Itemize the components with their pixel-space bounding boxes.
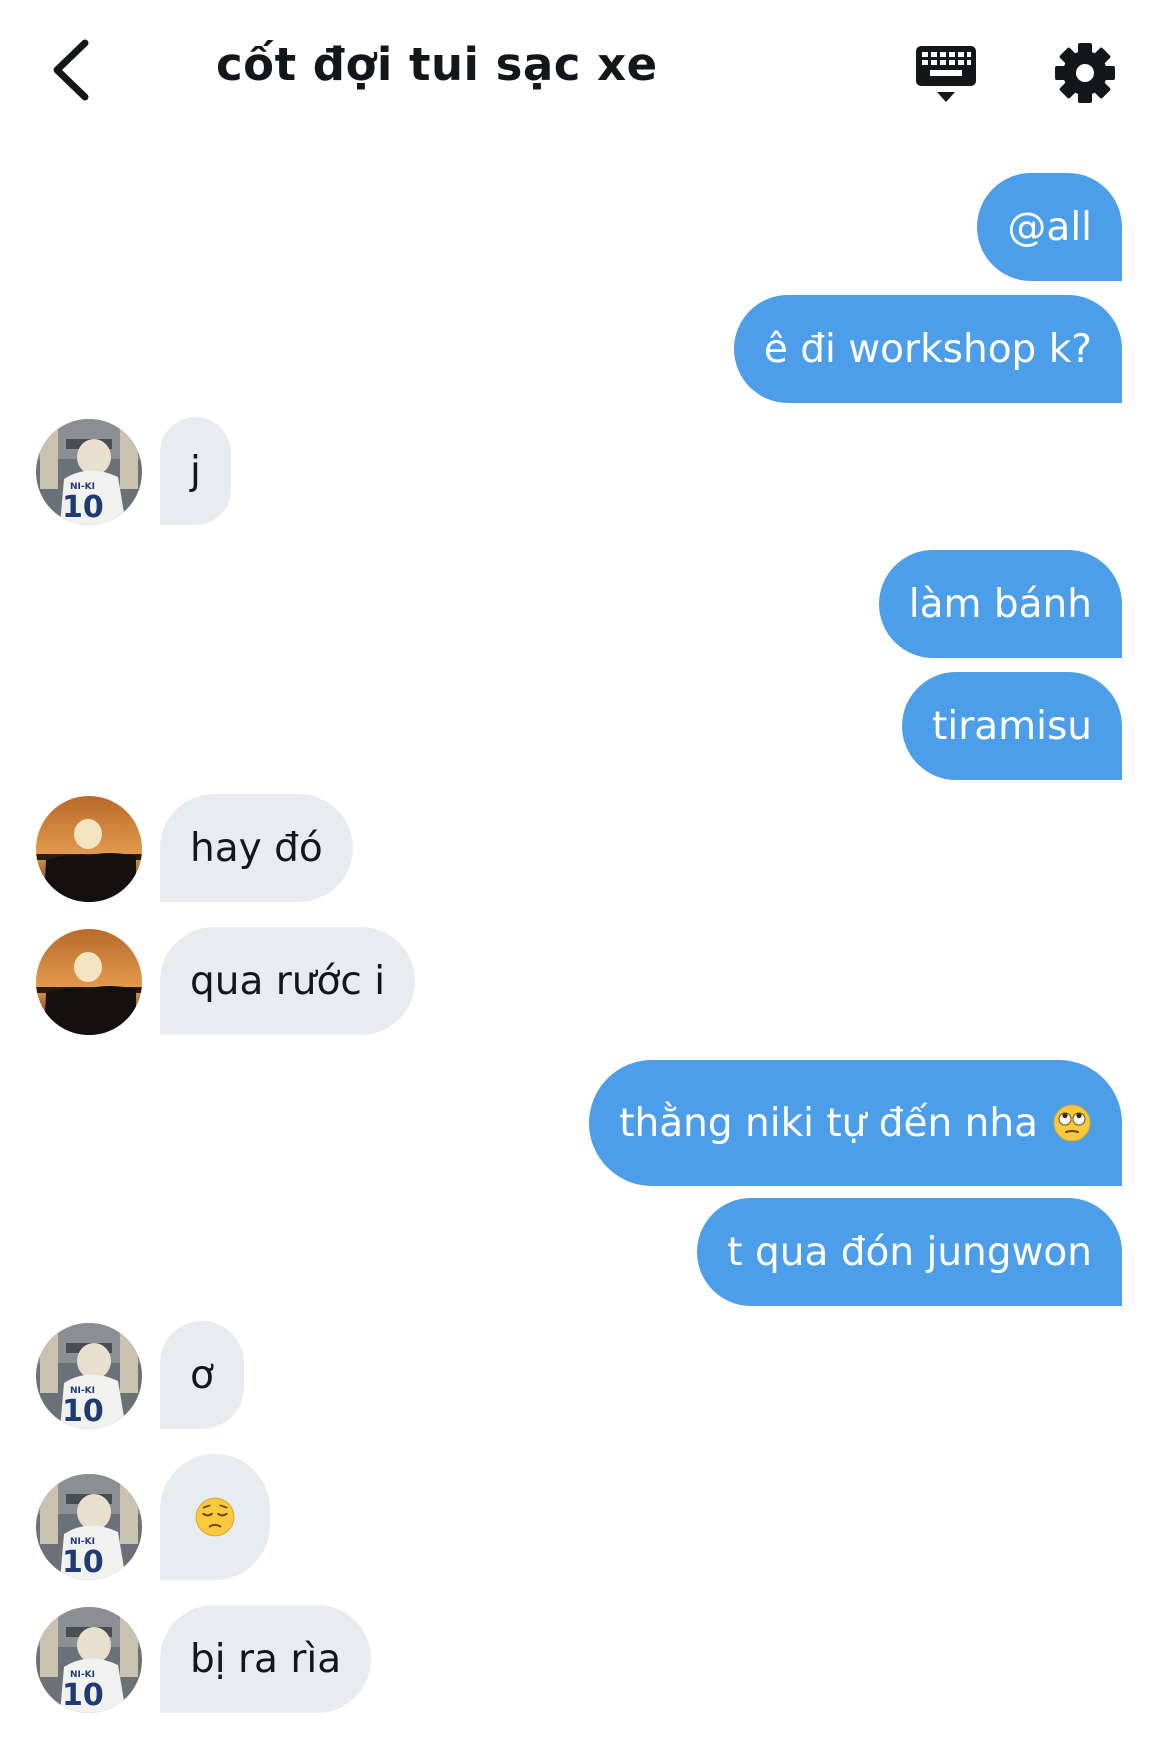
- jersey-avatar-image: NI-KI 10: [36, 1323, 142, 1429]
- avatar-sunset[interactable]: [36, 796, 142, 902]
- sent-message-bubble[interactable]: tiramisu: [902, 672, 1122, 780]
- message-text: làm bánh: [908, 581, 1092, 627]
- message-text: ê đi workshop k?: [763, 326, 1092, 372]
- jersey-avatar-image: NI-KI 10: [36, 1474, 142, 1580]
- sent-message-bubble[interactable]: thằng niki tự đến nha: [589, 1060, 1122, 1186]
- message-text: tiramisu: [932, 703, 1092, 749]
- keyboard-icon: [916, 46, 976, 102]
- received-message-bubble[interactable]: [160, 1454, 270, 1580]
- avatar-jersey[interactable]: NI-KI 10: [36, 1474, 142, 1580]
- sunset-avatar-image: [36, 796, 142, 902]
- jersey-avatar-image: NI-KI 10: [36, 1607, 142, 1713]
- conversation-title[interactable]: cốt đợi tui sạc xe: [216, 38, 658, 91]
- received-message-bubble[interactable]: qua rước i: [160, 927, 416, 1035]
- message-text: thằng niki tự đến nha: [619, 1100, 1038, 1146]
- sunset-avatar-image: [36, 929, 142, 1035]
- received-message-bubble[interactable]: hay đó: [160, 794, 353, 902]
- pensive-face-emoji: [195, 1497, 235, 1537]
- message-text: t qua đón jungwon: [727, 1229, 1092, 1275]
- message-text: bị ra rìa: [190, 1636, 342, 1682]
- message-text: @all: [1007, 204, 1092, 250]
- avatar-jersey[interactable]: NI-KI 10: [36, 1607, 142, 1713]
- avatar-sunset[interactable]: [36, 929, 142, 1035]
- chat-header: cốt đợi tui sạc xe: [0, 0, 1170, 150]
- sent-message-bubble[interactable]: t qua đón jungwon: [697, 1198, 1122, 1306]
- svg-text:10: 10: [62, 1678, 104, 1713]
- received-message-bubble[interactable]: bị ra rìa: [160, 1605, 372, 1713]
- received-message-bubble[interactable]: ơ: [160, 1321, 244, 1429]
- svg-text:10: 10: [62, 1394, 104, 1429]
- chevron-left-icon: [53, 39, 89, 101]
- keyboard-button[interactable]: [910, 40, 982, 110]
- sent-message-bubble[interactable]: @all: [977, 173, 1122, 281]
- sent-message-bubble[interactable]: ê đi workshop k?: [733, 295, 1122, 403]
- message-text: j: [190, 448, 201, 494]
- settings-button[interactable]: [1050, 38, 1120, 108]
- received-message-bubble[interactable]: j: [160, 417, 231, 525]
- message-text: hay đó: [190, 825, 323, 871]
- avatar-jersey[interactable]: NI-KI 10: [36, 1323, 142, 1429]
- message-text: qua rước i: [190, 958, 386, 1004]
- back-button[interactable]: [36, 30, 106, 110]
- avatar-jersey[interactable]: NI-KI 10: [36, 419, 142, 525]
- face-with-rolling-eyes-emoji: [1053, 1104, 1091, 1142]
- jersey-avatar-image: NI-KI 10: [36, 419, 142, 525]
- svg-text:10: 10: [62, 490, 104, 525]
- message-text: ơ: [190, 1352, 214, 1398]
- gear-icon: [1055, 43, 1115, 103]
- svg-text:10: 10: [62, 1545, 104, 1580]
- sent-message-bubble[interactable]: làm bánh: [878, 550, 1122, 658]
